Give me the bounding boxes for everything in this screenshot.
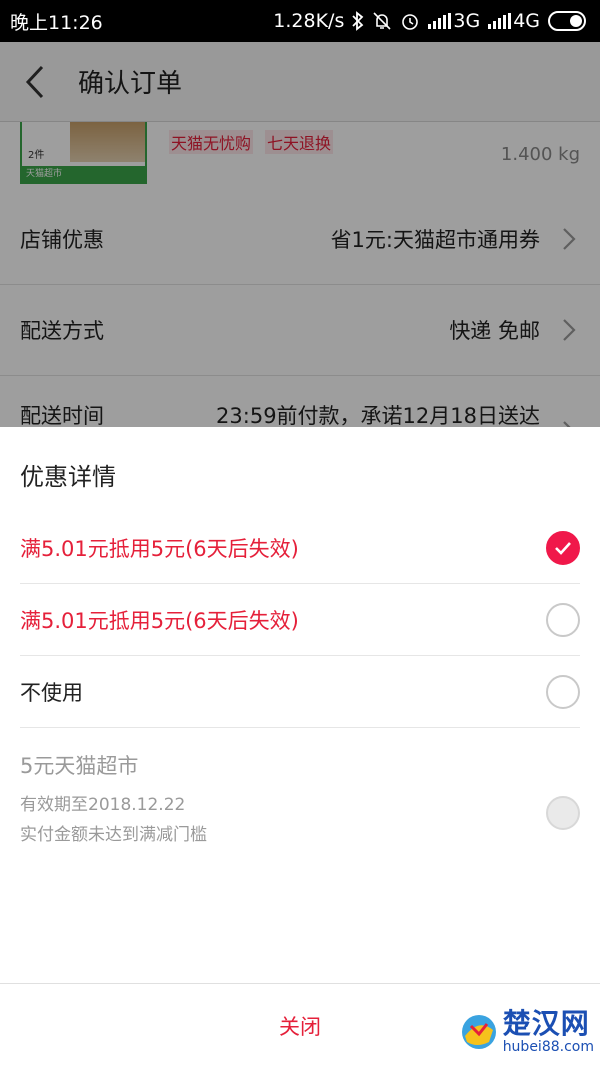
- bluetooth-icon: [352, 11, 364, 31]
- mute-icon: [373, 12, 391, 30]
- net-type-2: 4G: [513, 10, 540, 32]
- coupon-reason: 实付金额未达到满减门槛: [20, 825, 207, 845]
- watermark: 楚汉网 hubei88.com: [459, 1009, 594, 1055]
- status-time: 晚上11:26: [10, 11, 103, 34]
- radio-unchecked[interactable]: [546, 674, 580, 709]
- alarm-icon: [402, 14, 419, 30]
- discount-sheet: 优惠详情 满5.01元抵用5元(6天后失效) 满5.01元抵用5元(6天后失效)…: [0, 427, 600, 1067]
- option-label: 满5.01元抵用5元(6天后失效): [20, 536, 299, 561]
- watermark-url: hubei88.com: [502, 1039, 594, 1055]
- watermark-logo-icon: [461, 1015, 496, 1049]
- discount-option[interactable]: 满5.01元抵用5元(6天后失效): [20, 512, 580, 584]
- net-type-1: 3G: [453, 10, 481, 32]
- watermark-text: 楚汉网 hubei88.com: [502, 1007, 594, 1056]
- signal-3g: 3G: [428, 10, 480, 32]
- battery-toggle-icon: [548, 11, 586, 31]
- unavailable-coupon: 5元天猫超市 有效期至2018.12.22 实付金额未达到满减门槛: [20, 728, 580, 858]
- coupon-title: 5元天猫超市: [20, 754, 139, 778]
- radio-unchecked[interactable]: [546, 602, 580, 637]
- sheet-title: 优惠详情: [20, 463, 116, 491]
- discount-options: 满5.01元抵用5元(6天后失效) 满5.01元抵用5元(6天后失效) 不使用 …: [0, 512, 600, 858]
- checkmark-icon: [555, 541, 571, 555]
- status-icons: 1.28K/s 3G 4G: [273, 10, 586, 32]
- signal-4g: 4G: [488, 10, 540, 32]
- status-bar: 晚上11:26 1.28K/s 3G 4G: [0, 0, 600, 42]
- no-discount-option[interactable]: 不使用: [20, 656, 580, 728]
- option-label: 不使用: [20, 680, 83, 705]
- network-speed: 1.28K/s: [273, 10, 345, 32]
- modal-backdrop[interactable]: [0, 42, 600, 427]
- coupon-validity: 有效期至2018.12.22: [20, 795, 186, 815]
- discount-option[interactable]: 满5.01元抵用5元(6天后失效): [20, 584, 580, 656]
- option-label: 满5.01元抵用5元(6天后失效): [20, 608, 299, 633]
- radio-checked[interactable]: [546, 530, 580, 565]
- close-button[interactable]: 关闭: [279, 1011, 321, 1041]
- watermark-name: 楚汉网: [502, 1007, 590, 1040]
- signal-icon: [428, 13, 452, 29]
- signal-icon: [488, 13, 512, 29]
- radio-disabled: [546, 796, 580, 830]
